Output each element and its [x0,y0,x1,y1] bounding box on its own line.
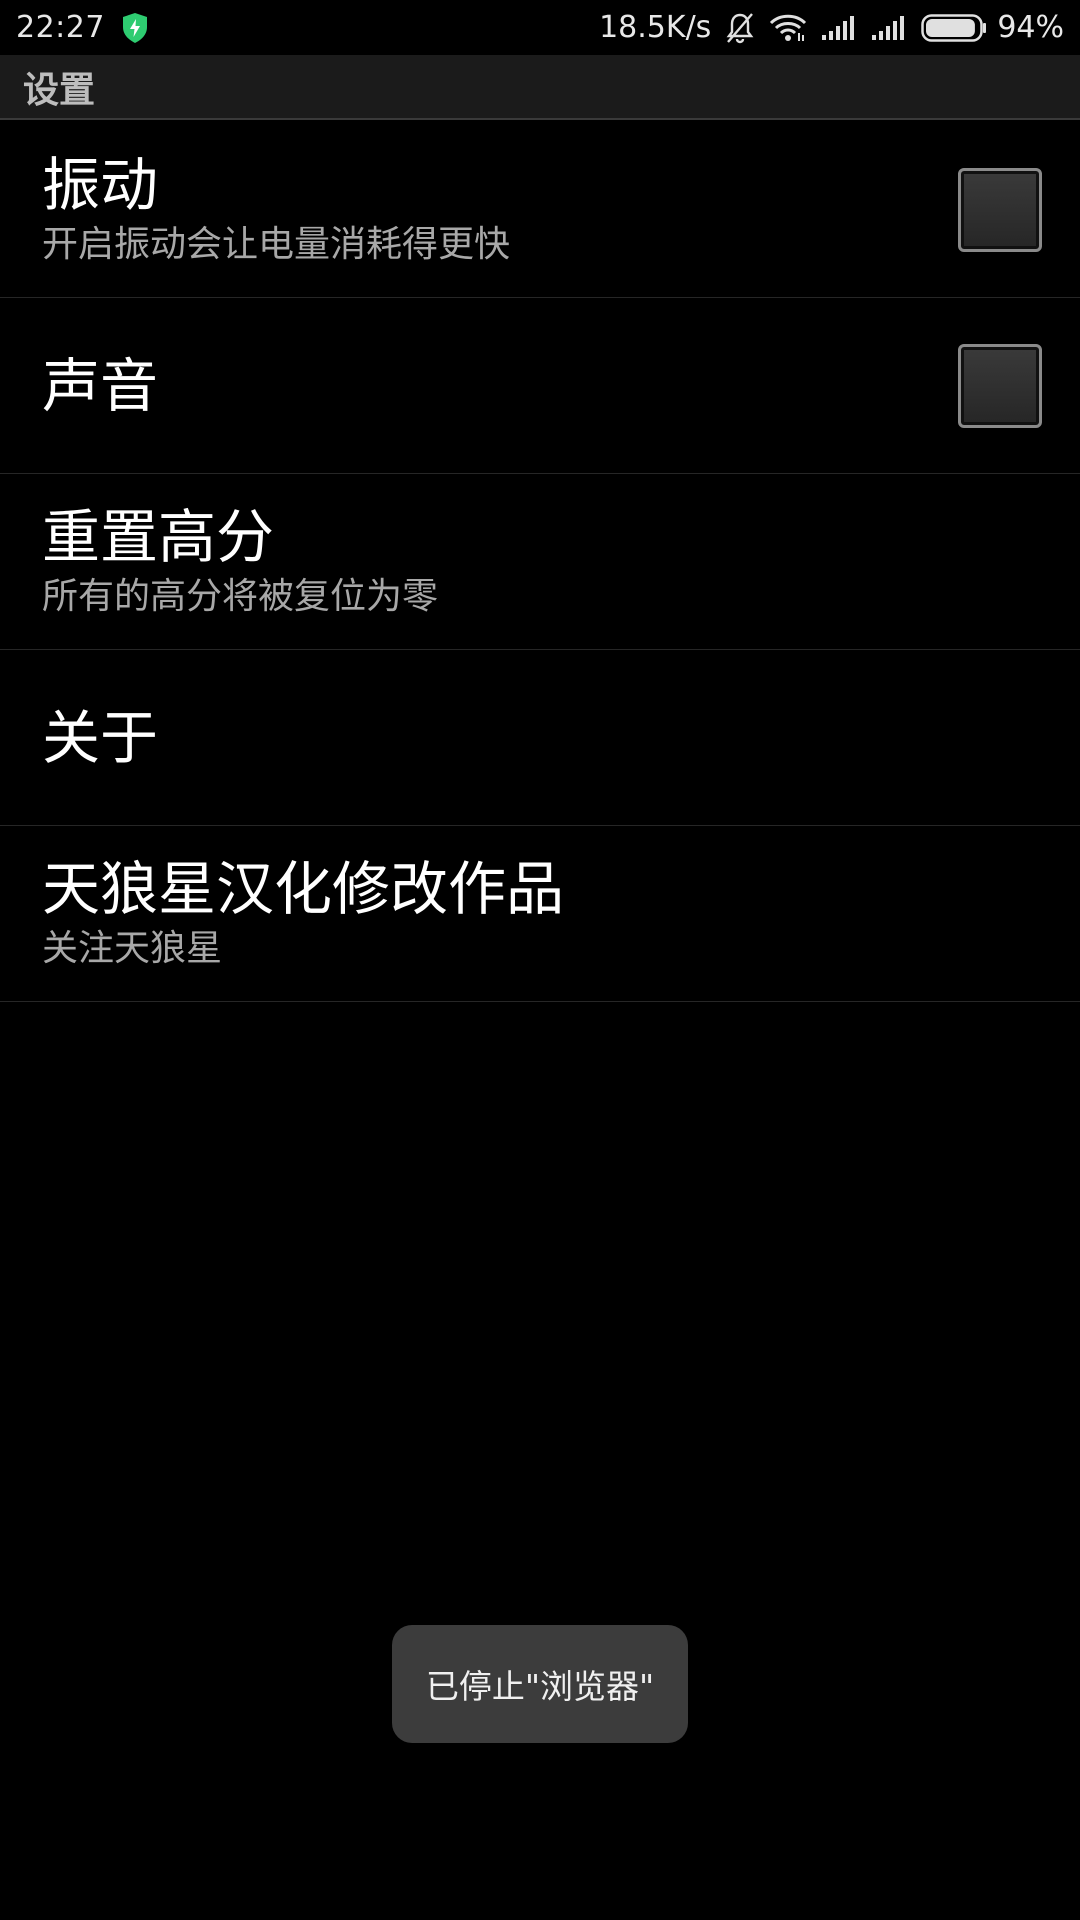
pref-title: 关于 [42,703,159,772]
battery-percent: 94% [997,10,1064,45]
status-bar: 22:27 18.5K/s 94% [0,0,1080,55]
pref-summary: 所有的高分将被复位为零 [42,575,439,617]
toast: 已停止"浏览器" [392,1625,688,1743]
pref-title: 天狼星汉化修改作品 [42,854,565,923]
wifi-icon [770,14,807,41]
shield-bolt-icon [122,12,147,43]
pref-vibration[interactable]: 振动 开启振动会让电量消耗得更快 [0,122,1080,298]
pref-title: 重置高分 [42,502,275,571]
pref-summary: 关注天狼星 [42,927,223,969]
status-right: 18.5K/s 94% [599,10,1064,45]
toast-text: 已停止"浏览器" [425,1667,655,1706]
sound-checkbox[interactable] [958,343,1042,428]
status-left: 22:27 [16,10,149,45]
net-speed: 18.5K/s [599,10,712,45]
pref-summary: 开启振动会让电量消耗得更快 [42,223,511,265]
pref-sound[interactable]: 声音 [0,298,1080,474]
bell-off-icon [726,12,754,43]
signal-icon [872,15,905,40]
pref-about[interactable]: 关于 [0,650,1080,826]
pref-reset-highscore[interactable]: 重置高分 所有的高分将被复位为零 [0,474,1080,650]
signal-icon [822,15,855,40]
settings-list: 振动 开启振动会让电量消耗得更快 声音 重置高分 所有的高分将被复位为零 关于 … [0,122,1080,1002]
pref-credits[interactable]: 天狼星汉化修改作品 关注天狼星 [0,826,1080,1002]
pref-title: 声音 [42,351,159,420]
status-time: 22:27 [16,10,105,45]
battery-icon [921,13,987,42]
vibration-checkbox[interactable] [958,167,1042,252]
page-title: 设置 [23,69,96,111]
pref-title: 振动 [42,150,159,219]
action-bar: 设置 [0,55,1080,120]
